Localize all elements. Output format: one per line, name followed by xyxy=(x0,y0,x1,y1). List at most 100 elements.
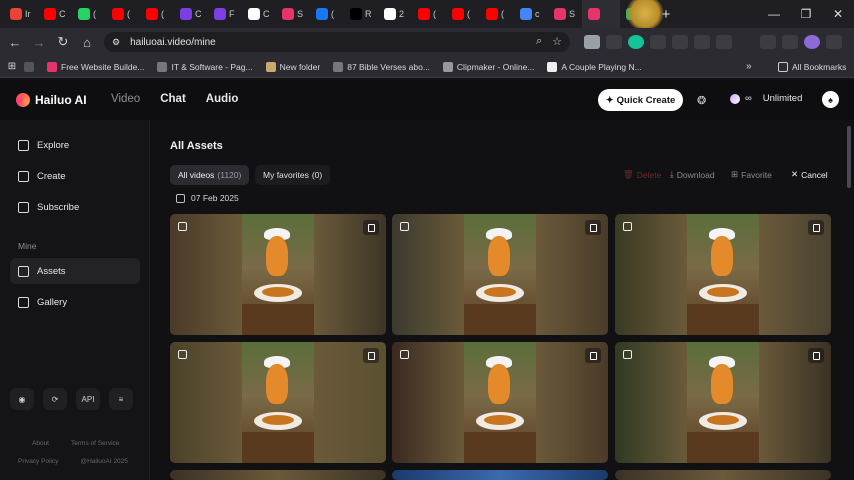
add-favorite-icon[interactable] xyxy=(808,348,824,363)
user-avatar[interactable]: ♠ xyxy=(822,91,839,108)
nav-audio[interactable]: Audio xyxy=(206,93,239,105)
language-icon[interactable]: ❂ xyxy=(697,94,706,107)
tab-title: ( xyxy=(501,9,504,19)
extension-icon[interactable] xyxy=(584,35,600,49)
browser-tab[interactable]: C xyxy=(242,0,276,28)
select-checkbox[interactable] xyxy=(623,350,632,359)
browser-tab[interactable]: Ir xyxy=(4,0,38,28)
community-icon[interactable]: ⟳ xyxy=(43,388,67,410)
add-favorite-icon[interactable] xyxy=(585,220,601,235)
browser-tab[interactable]: 2 xyxy=(378,0,412,28)
browser-tab[interactable]: ( xyxy=(140,0,174,28)
video-card[interactable] xyxy=(170,214,386,335)
bookmark-item[interactable]: IT & Software - Pag... xyxy=(157,61,253,72)
video-card[interactable] xyxy=(392,214,608,335)
browser-tab[interactable]: ( xyxy=(480,0,514,28)
delete-button[interactable]: 🗑 Delete xyxy=(623,169,661,180)
more-bookmarks-icon[interactable]: » xyxy=(746,61,752,72)
quick-create-button[interactable]: ✦ Quick Create xyxy=(598,89,683,111)
bookmark-item[interactable]: Clipmaker - Online... xyxy=(442,61,534,72)
back-icon[interactable]: ← xyxy=(3,35,27,50)
video-card[interactable] xyxy=(615,342,831,463)
all-bookmarks[interactable]: All Bookmarks xyxy=(778,61,846,72)
add-favorite-icon[interactable] xyxy=(363,220,379,235)
download-button[interactable]: ⤓ Download xyxy=(670,169,715,180)
browser-tab[interactable]: C xyxy=(38,0,72,28)
video-card[interactable] xyxy=(392,342,608,463)
browser-tab[interactable] xyxy=(582,0,620,28)
minimize-button[interactable]: — xyxy=(758,0,790,28)
browser-tab[interactable]: ( xyxy=(446,0,480,28)
maximize-button[interactable]: ❐ xyxy=(790,0,822,28)
video-card[interactable] xyxy=(615,470,831,480)
video-card[interactable] xyxy=(615,214,831,335)
browser-tab[interactable]: ( xyxy=(412,0,446,28)
browser-tab[interactable]: ( xyxy=(310,0,344,28)
nav-video[interactable]: Video xyxy=(111,93,140,105)
select-checkbox[interactable] xyxy=(400,350,409,359)
bookmark-item[interactable] xyxy=(24,61,34,72)
bookmark-star-icon[interactable]: ☆ xyxy=(552,35,562,48)
browser-tab[interactable]: C xyxy=(174,0,208,28)
about-link[interactable]: About xyxy=(32,440,49,447)
apps-grid-icon[interactable]: ⊞ xyxy=(0,61,24,72)
browser-tab[interactable]: c xyxy=(514,0,548,28)
extension-icon[interactable] xyxy=(694,35,710,49)
bookmark-item[interactable]: Free Website Builde... xyxy=(47,61,144,72)
browser-tab[interactable]: ( xyxy=(72,0,106,28)
privacy-link[interactable]: Privacy Policy xyxy=(18,458,58,465)
filter-all-videos[interactable]: All videos (1120) xyxy=(170,165,250,185)
profile-icon[interactable] xyxy=(804,35,820,49)
select-checkbox[interactable] xyxy=(623,222,632,231)
browser-tab[interactable]: ( xyxy=(106,0,140,28)
sidebar-item-assets[interactable]: Assets xyxy=(10,258,140,284)
extensions-puzzle-icon[interactable] xyxy=(716,35,732,49)
extension-icon[interactable] xyxy=(650,35,666,49)
sidebar-item-gallery[interactable]: Gallery xyxy=(10,289,140,315)
site-info-icon[interactable]: ⚙ xyxy=(112,37,120,48)
filter-my-favorites[interactable]: My favorites (0) xyxy=(255,165,331,185)
api-link[interactable]: API xyxy=(76,388,100,410)
favorite-button[interactable]: ⊞ Favorite xyxy=(731,169,772,180)
extension-icon[interactable] xyxy=(672,35,688,49)
sidebar-item-explore[interactable]: Explore xyxy=(10,132,140,158)
media-icon[interactable] xyxy=(760,35,776,49)
video-card[interactable] xyxy=(170,470,386,480)
browser-tab[interactable]: S xyxy=(548,0,582,28)
browser-tab[interactable]: R xyxy=(344,0,378,28)
bookmark-item[interactable]: New folder xyxy=(265,61,320,72)
scrollbar[interactable] xyxy=(847,126,851,188)
forward-icon[interactable]: → xyxy=(27,35,51,50)
extension-icon[interactable] xyxy=(606,35,622,49)
plan-badge[interactable]: ∞ Unlimited xyxy=(730,93,802,104)
home-icon[interactable]: ⌂ xyxy=(75,35,99,50)
collapse-icon[interactable]: ≡ xyxy=(109,388,133,410)
browser-tab[interactable]: F xyxy=(208,0,242,28)
add-favorite-icon[interactable] xyxy=(585,348,601,363)
reload-icon[interactable]: ↻ xyxy=(51,34,75,50)
video-card[interactable] xyxy=(392,470,608,480)
terms-link[interactable]: Terms of Service xyxy=(71,440,119,447)
select-date-checkbox[interactable] xyxy=(176,193,185,203)
select-checkbox[interactable] xyxy=(400,222,409,231)
bookmark-item[interactable]: 87 Bible Verses abo... xyxy=(333,61,430,72)
bookmark-item[interactable]: A Couple Playing N... xyxy=(547,61,642,72)
nav-chat[interactable]: Chat xyxy=(160,93,186,105)
close-window-button[interactable]: ✕ xyxy=(822,0,854,28)
video-card[interactable] xyxy=(170,342,386,463)
browser-tab[interactable]: S xyxy=(276,0,310,28)
select-checkbox[interactable] xyxy=(178,350,187,359)
cancel-button[interactable]: ✕ Cancel xyxy=(791,169,828,180)
download-icon[interactable] xyxy=(782,35,798,49)
zoom-icon[interactable]: ⌕ xyxy=(536,35,542,48)
add-favorite-icon[interactable] xyxy=(363,348,379,363)
add-favorite-icon[interactable] xyxy=(808,220,824,235)
brand-logo[interactable]: Hailuo AI xyxy=(16,93,87,107)
sidebar-item-create[interactable]: Create xyxy=(10,163,140,189)
address-bar[interactable]: ⚙ hailuoai.video/mine ⌕ ☆ xyxy=(104,32,570,52)
discord-icon[interactable]: ◉ xyxy=(10,388,34,410)
select-checkbox[interactable] xyxy=(178,222,187,231)
sidebar-item-subscribe[interactable]: Subscribe xyxy=(10,194,140,220)
kebab-menu-icon[interactable] xyxy=(826,35,842,49)
grammarly-icon[interactable] xyxy=(628,35,644,49)
